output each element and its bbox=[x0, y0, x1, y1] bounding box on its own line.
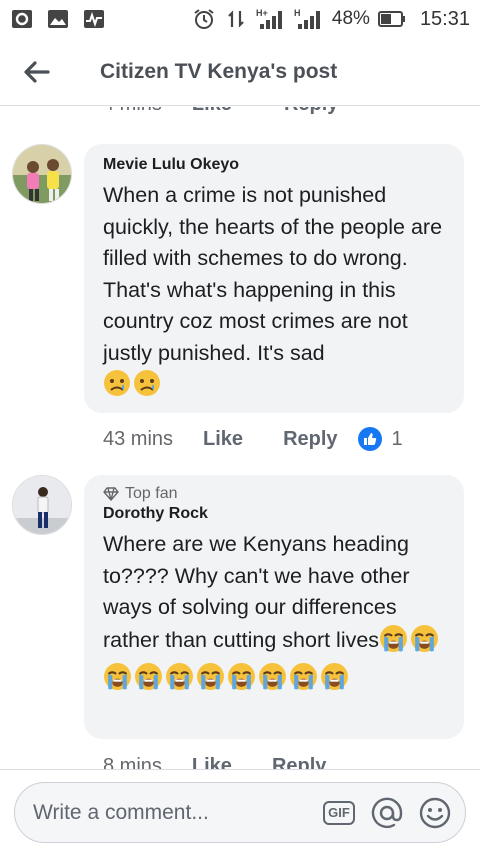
loudly-crying-face-icon bbox=[258, 662, 287, 701]
alarm-icon bbox=[192, 9, 216, 29]
reply-button[interactable]: Reply bbox=[272, 755, 326, 769]
comment-actions: 8 mins Like Reply bbox=[103, 755, 326, 769]
pulse-icon bbox=[82, 9, 106, 29]
comment-input-box[interactable]: GIF bbox=[14, 782, 466, 843]
mention-icon[interactable] bbox=[369, 795, 405, 831]
comment-bubble[interactable]: Mevie Lulu Okeyo When a crime is not pun… bbox=[84, 144, 464, 413]
battery-icon bbox=[377, 9, 406, 29]
crying-face-icon bbox=[133, 369, 161, 407]
loudly-crying-face-icon bbox=[289, 662, 318, 701]
diamond-icon bbox=[103, 487, 119, 501]
crying-face-icon bbox=[103, 369, 131, 407]
comment-input[interactable] bbox=[33, 800, 309, 825]
loudly-crying-face-icon bbox=[320, 662, 349, 701]
loudly-crying-face-icon bbox=[103, 662, 132, 701]
notification-o-icon bbox=[10, 9, 34, 29]
reaction-count: 1 bbox=[391, 427, 403, 450]
status-bar: H+ H 48% 15:31 bbox=[0, 0, 480, 38]
reply-button[interactable]: Reply bbox=[283, 428, 337, 451]
like-button[interactable]: Like bbox=[192, 755, 232, 769]
emoji-icon[interactable] bbox=[417, 795, 453, 831]
comment-text: Where are we Kenyans heading to???? Why … bbox=[103, 529, 446, 701]
gif-icon[interactable]: GIF bbox=[321, 795, 357, 831]
gif-label: GIF bbox=[323, 800, 355, 825]
avatar[interactable] bbox=[12, 475, 72, 535]
comment-author[interactable]: Mevie Lulu Okeyo bbox=[103, 156, 446, 174]
comment-time: 8 mins bbox=[103, 755, 162, 769]
comment-time: 4 mins bbox=[103, 107, 162, 116]
comment-composer: GIF bbox=[0, 769, 480, 854]
loudly-crying-face-icon bbox=[410, 624, 439, 663]
comments-list[interactable]: 4 mins Like Reply Mevie Lulu Okeyo When … bbox=[0, 107, 480, 769]
network-label: H+ bbox=[256, 8, 268, 18]
loudly-crying-face-icon bbox=[196, 662, 225, 701]
comment-author[interactable]: Dorothy Rock bbox=[103, 505, 446, 523]
top-fan-badge: Top fan bbox=[103, 485, 446, 503]
back-button[interactable] bbox=[0, 38, 74, 106]
clock-time: 15:31 bbox=[419, 7, 470, 30]
signal-icon: H+ bbox=[256, 8, 286, 29]
battery-percent: 48% bbox=[331, 8, 370, 29]
comment-body: Where are we Kenyans heading to???? Why … bbox=[103, 532, 410, 652]
like-button[interactable]: Like bbox=[203, 428, 243, 451]
loudly-crying-face-icon bbox=[134, 662, 163, 701]
comment-body: When a crime is not punished quickly, th… bbox=[103, 183, 443, 365]
reply-button[interactable]: Reply bbox=[284, 107, 338, 116]
top-fan-label: Top fan bbox=[125, 485, 178, 502]
avatar[interactable] bbox=[12, 144, 72, 204]
loudly-crying-face-icon bbox=[165, 662, 194, 701]
comment-time: 43 mins bbox=[103, 427, 174, 450]
page-title: Citizen TV Kenya's post bbox=[100, 59, 338, 83]
svg-text:H: H bbox=[294, 8, 301, 18]
thumbs-up-icon[interactable] bbox=[357, 427, 382, 451]
loudly-crying-face-icon bbox=[379, 624, 408, 663]
comment-actions: 43 mins Like Reply 1 bbox=[103, 427, 403, 451]
loudly-crying-face-icon bbox=[227, 662, 256, 701]
data-transfer-icon bbox=[224, 9, 248, 29]
prev-comment-actions: 4 mins Like Reply bbox=[103, 107, 338, 116]
comment-text: When a crime is not punished quickly, th… bbox=[103, 180, 446, 407]
arrow-left-icon bbox=[24, 60, 50, 83]
comment-bubble[interactable]: Top fan Dorothy Rock Where are we Kenyan… bbox=[84, 475, 464, 739]
image-icon bbox=[46, 9, 70, 29]
signal-icon: H bbox=[294, 8, 324, 29]
like-button[interactable]: Like bbox=[192, 107, 232, 116]
app-bar: Citizen TV Kenya's post bbox=[0, 38, 480, 106]
